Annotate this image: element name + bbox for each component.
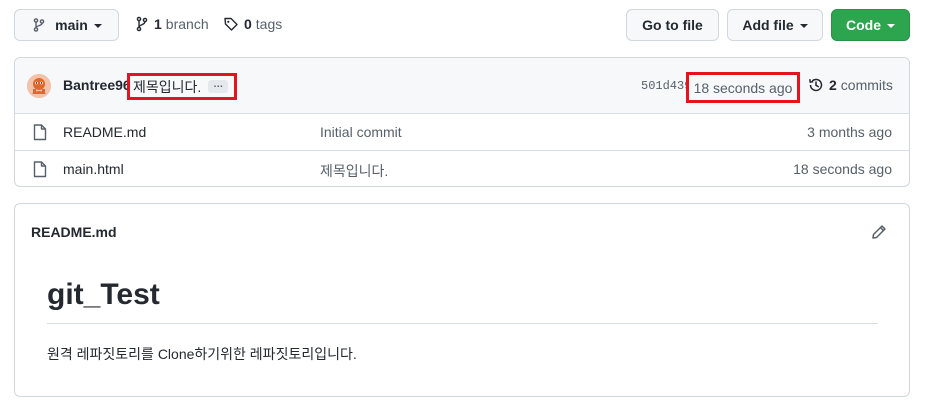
file-commit-message[interactable]: 제목입니다. [320,161,388,181]
branch-icon [33,18,45,32]
file-icon [33,124,47,141]
go-to-file-label: Go to file [642,17,703,33]
readme-filename[interactable]: README.md [31,224,117,240]
readme-heading: git_Test [47,278,160,311]
chevron-down-icon [93,24,102,28]
commits-link[interactable]: 2 commits [808,77,893,93]
file-name[interactable]: main.html [63,161,124,177]
table-row[interactable]: main.html 제목입니다. 18 seconds ago [15,150,909,186]
readme-body: 원격 레파짓토리를 Clone하기위한 레파짓토리입니다. [47,346,357,362]
heading-divider [47,323,878,324]
avatar-image [27,74,51,98]
file-commit-message[interactable]: Initial commit [320,124,402,140]
code-label: Code [846,17,881,33]
pencil-icon[interactable] [871,224,887,240]
tags-link[interactable]: 0 tags [223,16,282,32]
commit-time[interactable]: 18 seconds ago [694,80,793,96]
commit-expand-button[interactable]: … [208,80,229,93]
tag-icon [224,17,238,31]
add-file-button[interactable]: Add file [727,9,823,41]
chevron-down-icon [799,24,808,28]
branch-select-label: main [55,17,88,33]
branch-label: branch [165,16,209,32]
chevron-down-icon [887,24,895,28]
avatar[interactable] [27,74,51,98]
commit-count: 2 [829,77,837,93]
commit-message[interactable]: 제목입니다. [133,77,201,97]
latest-commit-bar: Bantree96 제목입니다. … 501d439 18 seconds ag… [15,58,909,114]
commit-author[interactable]: Bantree96 [63,77,131,93]
readme-panel: README.md git_Test 원격 레파짓토리를 Clone하기위한 레… [14,203,910,397]
file-icon [33,161,47,178]
table-row[interactable]: README.md Initial commit 3 months ago [15,113,909,150]
tag-count: 0 [244,16,252,32]
file-commit-age: 18 seconds ago [793,161,892,177]
go-to-file-button[interactable]: Go to file [626,9,719,41]
history-icon [809,78,823,92]
commit-message-highlight: 제목입니다. … [127,73,238,100]
file-commit-age: 3 months ago [807,124,892,140]
git-branch-icon [136,16,148,32]
branch-count: 1 [154,16,162,32]
commit-sha[interactable]: 501d439 [641,79,691,93]
tag-label: tags [255,16,283,32]
add-file-label: Add file [742,17,794,33]
code-button[interactable]: Code [831,9,910,41]
commits-label: commits [840,77,893,93]
file-listing: Bantree96 제목입니다. … 501d439 18 seconds ag… [14,57,910,187]
branches-link[interactable]: 1 branch [135,16,209,32]
file-name[interactable]: README.md [63,124,146,140]
commit-time-highlight: 18 seconds ago [686,72,800,103]
branch-select-button[interactable]: main [14,9,119,41]
